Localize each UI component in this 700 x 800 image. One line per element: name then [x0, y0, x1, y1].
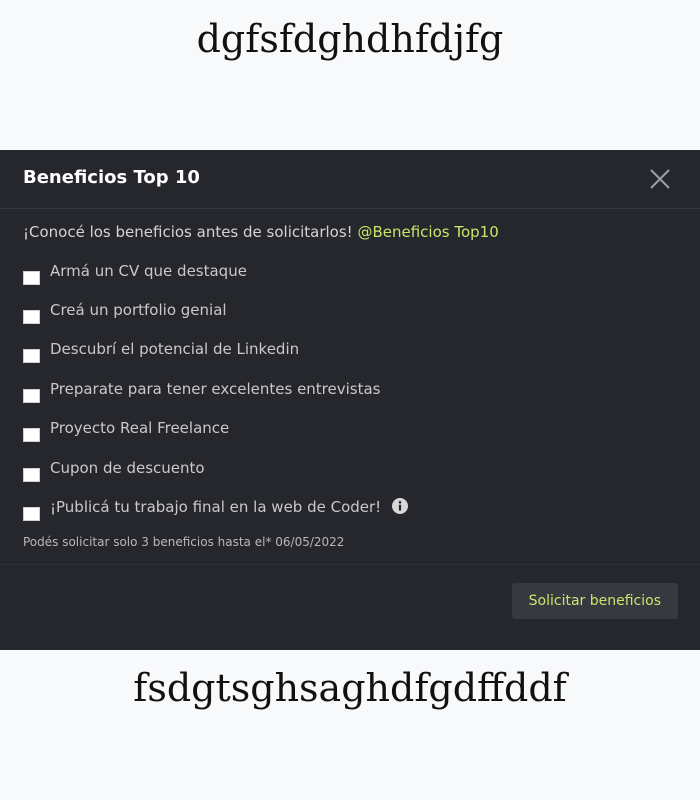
page-heading-top: dgfsfdghdhfdjfg — [196, 17, 504, 61]
close-button[interactable] — [648, 167, 672, 191]
benefits-list: Armá un CV que destaque Creá un portfoli… — [23, 255, 677, 531]
modal-header: Beneficios Top 10 — [0, 150, 700, 209]
benefit-item-linkedin: Descubrí el potencial de Linkedin — [23, 334, 677, 373]
benefit-label-wrapper: ¡Publicá tu trabajo final en la web de C… — [50, 498, 408, 516]
benefit-item-freelance: Proyecto Real Freelance — [23, 413, 677, 452]
benefit-label: Descubrí el potencial de Linkedin — [50, 340, 300, 359]
info-icon[interactable] — [391, 498, 408, 515]
request-benefits-button[interactable]: Solicitar beneficios — [511, 583, 678, 619]
benefit-checkbox[interactable] — [23, 310, 40, 325]
benefit-label: Cupon de descuento — [50, 458, 205, 477]
benefit-label: Proyecto Real Freelance — [50, 419, 230, 438]
benefit-label: ¡Publicá tu trabajo final en la web de C… — [50, 498, 382, 517]
benefit-checkbox[interactable] — [23, 270, 40, 285]
close-icon — [650, 169, 670, 189]
benefit-item-coupon: Cupon de descuento — [23, 452, 677, 491]
intro-text: ¡Conocé los beneficios antes de solicita… — [23, 223, 677, 241]
benefit-checkbox[interactable] — [23, 428, 40, 443]
modal-body: ¡Conocé los beneficios antes de solicita… — [0, 209, 700, 565]
benefit-checkbox[interactable] — [23, 388, 40, 403]
intro-message: ¡Conocé los beneficios antes de solicita… — [23, 223, 353, 241]
benefit-checkbox[interactable] — [23, 467, 40, 482]
benefit-item-interviews: Preparate para tener excelentes entrevis… — [23, 373, 677, 412]
benefit-item-publish: ¡Publicá tu trabajo final en la web de C… — [23, 491, 677, 530]
benefit-label: Armá un CV que destaque — [50, 261, 247, 280]
benefit-checkbox[interactable] — [23, 349, 40, 364]
page-heading-bottom: fsdgtsghsaghdfgdffddf — [133, 666, 567, 710]
modal-title: Beneficios Top 10 — [23, 167, 200, 188]
modal-footer: Solicitar beneficios — [0, 565, 700, 651]
benefits-modal: Beneficios Top 10 ¡Conocé los beneficios… — [0, 150, 700, 650]
benefit-checkbox[interactable] — [23, 507, 40, 522]
benefit-label: Creá un portfolio genial — [50, 301, 227, 320]
benefit-label: Preparate para tener excelentes entrevis… — [50, 379, 381, 398]
benefit-item-portfolio: Creá un portfolio genial — [23, 294, 677, 333]
benefit-item-cv: Armá un CV que destaque — [23, 255, 677, 294]
limit-note: Podés solicitar solo 3 beneficios hasta … — [23, 534, 345, 549]
intro-tag-link[interactable]: @Beneficios Top10 — [357, 223, 498, 241]
